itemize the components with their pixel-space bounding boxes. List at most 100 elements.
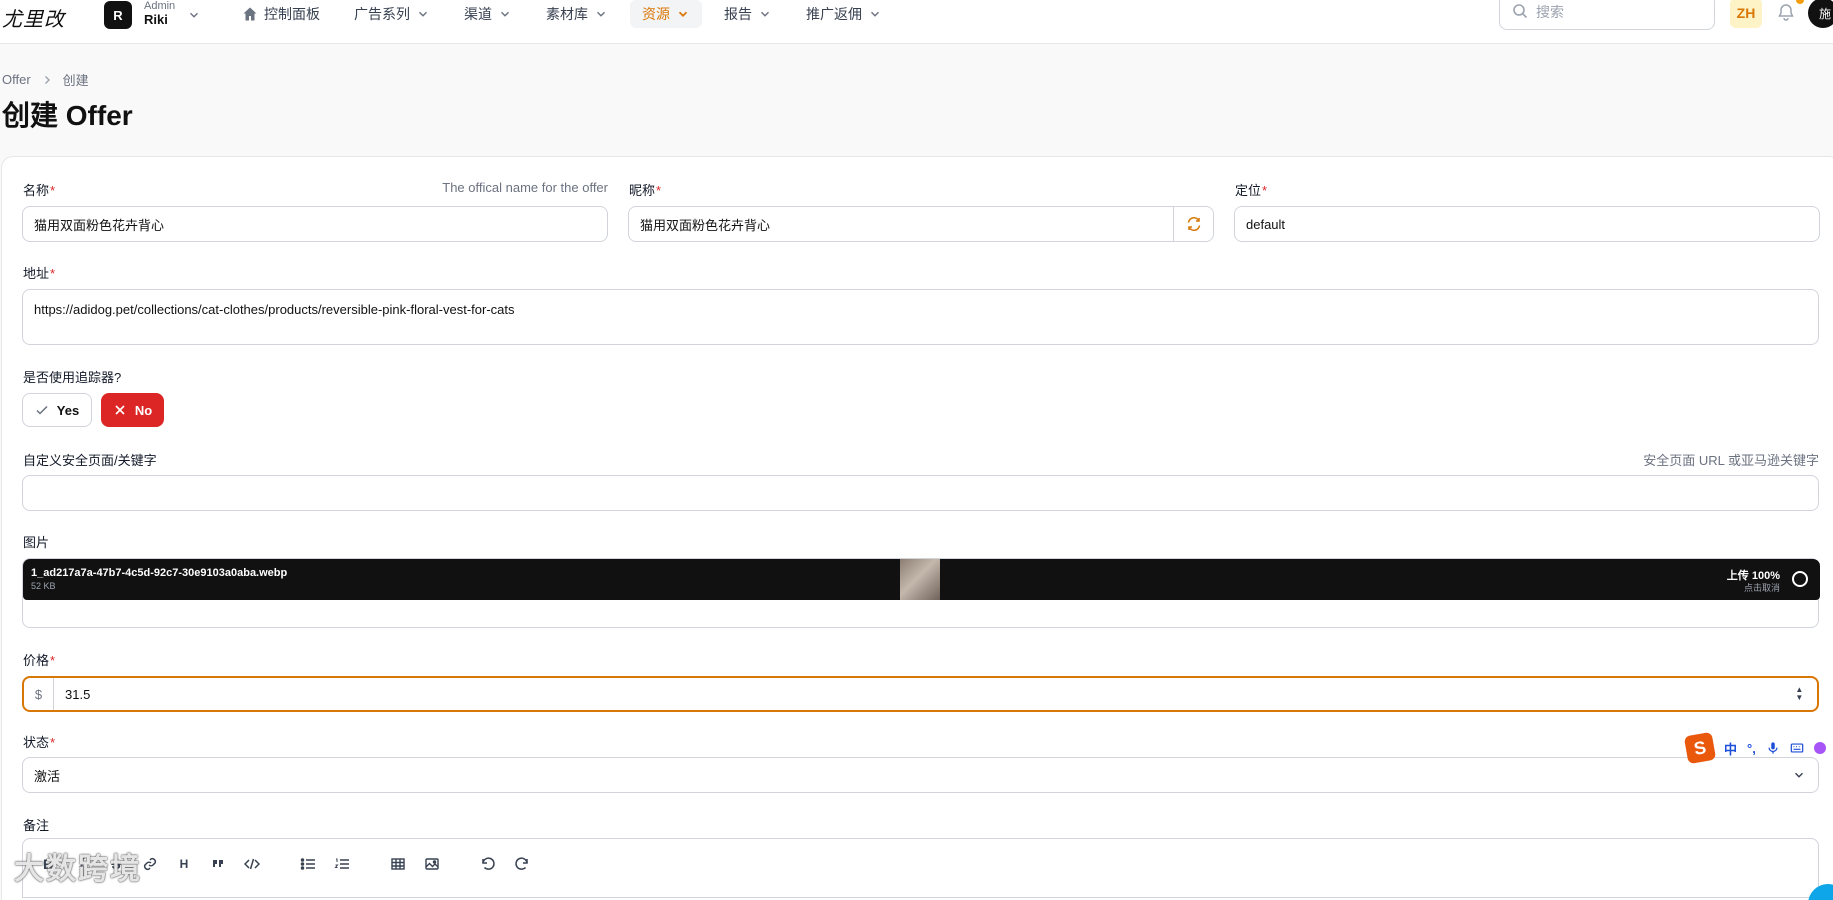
position-input[interactable] bbox=[1235, 216, 1819, 232]
nav-affiliate[interactable]: 推广返佣 bbox=[794, 0, 894, 28]
app-logo[interactable]: 尤里改 bbox=[2, 3, 65, 32]
nav-label: 资源 bbox=[642, 6, 670, 22]
regenerate-button[interactable] bbox=[1173, 207, 1213, 241]
ime-skin-icon[interactable] bbox=[1813, 742, 1826, 754]
safe-page-input[interactable] bbox=[23, 485, 1818, 501]
status-select[interactable]: 激活 bbox=[22, 757, 1819, 793]
nav-reports[interactable]: 报告 bbox=[712, 0, 784, 28]
nav-assets-library[interactable]: 素材库 bbox=[534, 0, 620, 28]
bell-icon[interactable] bbox=[1776, 2, 1796, 24]
microphone-icon[interactable] bbox=[1766, 741, 1780, 755]
price-input[interactable] bbox=[54, 686, 1790, 702]
tenant-avatar: R bbox=[104, 1, 132, 29]
strikethrough-icon[interactable]: S bbox=[107, 855, 125, 873]
status-selected-value: 激活 bbox=[34, 768, 61, 784]
required-mark: * bbox=[656, 183, 662, 198]
breadcrumb-create: 创建 bbox=[62, 73, 89, 88]
undo-icon[interactable] bbox=[479, 855, 497, 873]
nickname-label-text: 昵称 bbox=[629, 183, 656, 198]
nav-channels[interactable]: 渠道 bbox=[452, 0, 524, 28]
refresh-icon bbox=[1187, 216, 1200, 232]
tenant-switcher[interactable]: R Admin Riki bbox=[104, 0, 201, 30]
chevron-down-icon bbox=[1795, 772, 1803, 778]
language-switcher[interactable]: ZH bbox=[1730, 0, 1762, 28]
position-field[interactable] bbox=[1234, 206, 1820, 242]
close-icon bbox=[115, 405, 125, 415]
notes-rich-editor[interactable]: B I S H bbox=[22, 838, 1819, 898]
search-input[interactable] bbox=[1536, 4, 1696, 20]
chevron-down-icon bbox=[187, 8, 201, 22]
chevron-down-icon bbox=[594, 7, 608, 21]
main-nav: 控制面板 广告系列 渠道 素材库 资源 报告 推广返佣 bbox=[230, 0, 904, 28]
notification-badge bbox=[1796, 0, 1804, 4]
required-mark: * bbox=[50, 266, 56, 281]
user-avatar[interactable]: 施 bbox=[1808, 0, 1833, 28]
nav-label: 广告系列 bbox=[354, 6, 410, 22]
sogou-logo-icon[interactable]: S bbox=[1683, 731, 1717, 765]
nickname-input[interactable] bbox=[629, 216, 1173, 232]
tracker-no-button[interactable]: No bbox=[101, 393, 164, 427]
cancel-upload-icon[interactable] bbox=[1792, 571, 1808, 587]
nav-label: 推广返佣 bbox=[806, 6, 862, 22]
tracker-yes-button[interactable]: Yes bbox=[22, 393, 92, 427]
safe-page-field[interactable] bbox=[22, 475, 1819, 511]
italic-icon[interactable]: I bbox=[73, 855, 91, 873]
url-field[interactable]: https://adidog.pet/collections/cat-cloth… bbox=[22, 289, 1819, 345]
price-field[interactable]: $ ▲▼ bbox=[22, 676, 1819, 712]
ime-punctuation[interactable]: °, bbox=[1747, 741, 1756, 756]
required-mark: * bbox=[50, 735, 56, 750]
link-icon[interactable] bbox=[141, 855, 159, 873]
ime-language[interactable]: 中 bbox=[1724, 739, 1737, 758]
url-label: 地址* bbox=[23, 263, 55, 282]
url-textarea[interactable]: https://adidog.pet/collections/cat-cloth… bbox=[23, 290, 1818, 344]
nav-dashboard[interactable]: 控制面板 bbox=[230, 0, 332, 28]
page-title: 创建 Offer bbox=[2, 100, 133, 131]
stepper-down-icon[interactable]: ▼ bbox=[1795, 694, 1803, 702]
status-label: 状态* bbox=[23, 732, 55, 751]
ime-toolbar[interactable]: S 中 °, bbox=[1683, 731, 1826, 765]
required-mark: * bbox=[50, 183, 56, 198]
table-icon[interactable] bbox=[389, 855, 407, 873]
file-thumbnail bbox=[900, 559, 940, 600]
file-name: 1_ad217a7a-47b7-4c5d-92c7-30e9103a0aba.w… bbox=[31, 567, 288, 579]
tenant-name: Riki bbox=[144, 12, 168, 27]
bullet-list-icon[interactable] bbox=[299, 855, 317, 873]
bold-icon[interactable]: B bbox=[39, 855, 57, 873]
no-label: No bbox=[134, 402, 153, 418]
number-stepper[interactable]: ▲ ▼ bbox=[1790, 686, 1809, 702]
chevron-down-icon bbox=[416, 7, 430, 21]
nav-campaigns[interactable]: 广告系列 bbox=[342, 0, 442, 28]
redo-icon[interactable] bbox=[513, 855, 531, 873]
image-icon[interactable] bbox=[423, 855, 441, 873]
safe-page-hint: 安全页面 URL 或亚马逊关键字 bbox=[1643, 453, 1819, 468]
name-label: 名称* bbox=[23, 180, 55, 199]
editor-toolbar: B I S H bbox=[39, 855, 531, 873]
name-field[interactable] bbox=[22, 206, 608, 242]
file-size: 52 KB bbox=[31, 581, 56, 591]
yes-label: Yes bbox=[56, 402, 80, 418]
check-icon bbox=[36, 405, 48, 415]
heading-icon[interactable]: H bbox=[175, 855, 193, 873]
keyboard-icon[interactable] bbox=[1790, 741, 1804, 755]
code-icon[interactable] bbox=[243, 855, 261, 873]
nickname-field[interactable] bbox=[628, 206, 1214, 242]
name-input[interactable] bbox=[23, 216, 607, 232]
nav-label: 素材库 bbox=[546, 6, 588, 22]
notes-label: 备注 bbox=[23, 818, 50, 833]
name-label-text: 名称 bbox=[23, 183, 50, 198]
image-dropzone[interactable]: 1_ad217a7a-47b7-4c5d-92c7-30e9103a0aba.w… bbox=[22, 558, 1820, 628]
nav-resources[interactable]: 资源 bbox=[630, 0, 702, 28]
chevron-down-icon bbox=[676, 7, 690, 21]
name-hint: The offical name for the offer bbox=[442, 180, 608, 195]
quote-icon[interactable] bbox=[209, 855, 227, 873]
upload-cancel-hint: 点击取消 bbox=[1743, 583, 1780, 593]
chevron-down-icon bbox=[498, 7, 512, 21]
price-label: 价格* bbox=[23, 650, 55, 669]
position-label-text: 定位 bbox=[1235, 183, 1262, 198]
global-search[interactable] bbox=[1499, 0, 1715, 30]
ordered-list-icon[interactable] bbox=[333, 855, 351, 873]
chevron-down-icon bbox=[868, 7, 882, 21]
currency-prefix: $ bbox=[24, 678, 54, 710]
required-mark: * bbox=[1262, 183, 1268, 198]
breadcrumb-offer[interactable]: Offer bbox=[2, 72, 31, 87]
